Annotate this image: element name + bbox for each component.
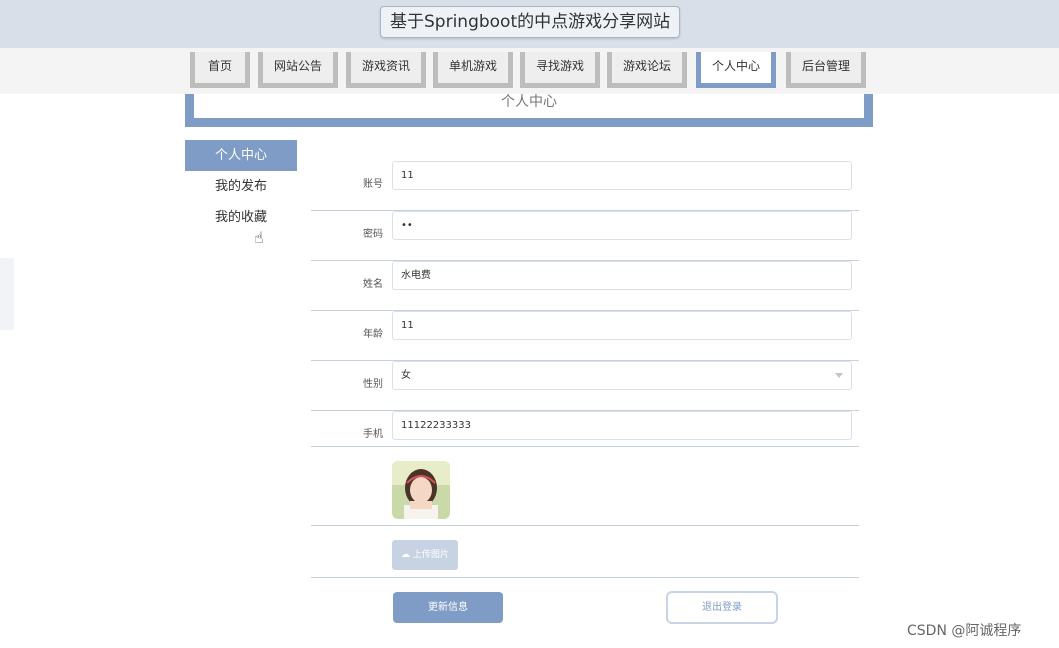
edge-shade (0, 258, 14, 330)
gender-row: 性别 女 (311, 361, 859, 411)
upload-button-label: 上传图片 (412, 550, 449, 560)
avatar-row (311, 447, 859, 526)
phone-row: 手机 11122233333 (311, 411, 859, 447)
hand-cursor-icon: ☝ (254, 228, 264, 247)
site-title: 基于Springboot的中点游戏分享网站 (380, 6, 681, 38)
name-input[interactable]: 水电费 (392, 261, 852, 290)
nav-item-announcements[interactable]: 网站公告 (258, 52, 338, 88)
logout-button[interactable]: 退出登录 (666, 591, 778, 624)
password-label: 密码 (363, 229, 383, 240)
password-row: 密码 •• (311, 211, 859, 261)
nav-item-find-games[interactable]: 寻找游戏 (520, 52, 600, 88)
gender-value: 女 (401, 370, 411, 381)
chevron-down-icon (835, 373, 843, 378)
section-banner: 个人中心 (185, 94, 873, 127)
gender-select[interactable]: 女 (392, 361, 852, 390)
update-info-button[interactable]: 更新信息 (393, 592, 503, 623)
nav-item-game-news[interactable]: 游戏资讯 (346, 52, 426, 88)
age-label: 年龄 (363, 329, 383, 340)
top-nav: 首页 网站公告 游戏资讯 单机游戏 寻找游戏 游戏论坛 个人中心 后台管理 (0, 48, 1059, 94)
sidebar-item-my-favorites[interactable]: 我的收藏 (185, 202, 297, 233)
watermark: CSDN @阿诚程序 (907, 623, 1022, 639)
phone-input[interactable]: 11122233333 (392, 411, 852, 440)
sidebar-item-my-posts[interactable]: 我的发布 (185, 171, 297, 202)
phone-label: 手机 (363, 429, 383, 440)
nav-item-home[interactable]: 首页 (190, 52, 250, 88)
account-label: 账号 (363, 179, 383, 190)
nav-item-single-player-games[interactable]: 单机游戏 (433, 52, 513, 88)
name-row: 姓名 水电费 (311, 261, 859, 311)
account-input[interactable]: 11 (392, 161, 852, 190)
avatar (392, 461, 450, 519)
age-input[interactable]: 11 (392, 311, 852, 340)
cloud-upload-icon: ☁ (401, 550, 411, 560)
name-label: 姓名 (363, 279, 383, 290)
sidebar-item-personal-center[interactable]: 个人中心 (185, 140, 297, 171)
nav-item-admin[interactable]: 后台管理 (786, 52, 866, 88)
section-title: 个人中心 (501, 94, 557, 110)
sidebar: 个人中心 我的发布 我的收藏 (185, 140, 297, 233)
upload-row: ☁ 上传图片 (311, 526, 859, 578)
upload-button[interactable]: ☁ 上传图片 (392, 540, 458, 570)
nav-item-personal-center[interactable]: 个人中心 (696, 52, 776, 88)
account-row: 账号 11 (311, 161, 859, 211)
password-input[interactable]: •• (392, 211, 852, 240)
site-header: 基于Springboot的中点游戏分享网站 (0, 0, 1059, 48)
nav-item-forum[interactable]: 游戏论坛 (607, 52, 687, 88)
gender-label: 性别 (363, 379, 383, 390)
age-row: 年龄 11 (311, 311, 859, 361)
